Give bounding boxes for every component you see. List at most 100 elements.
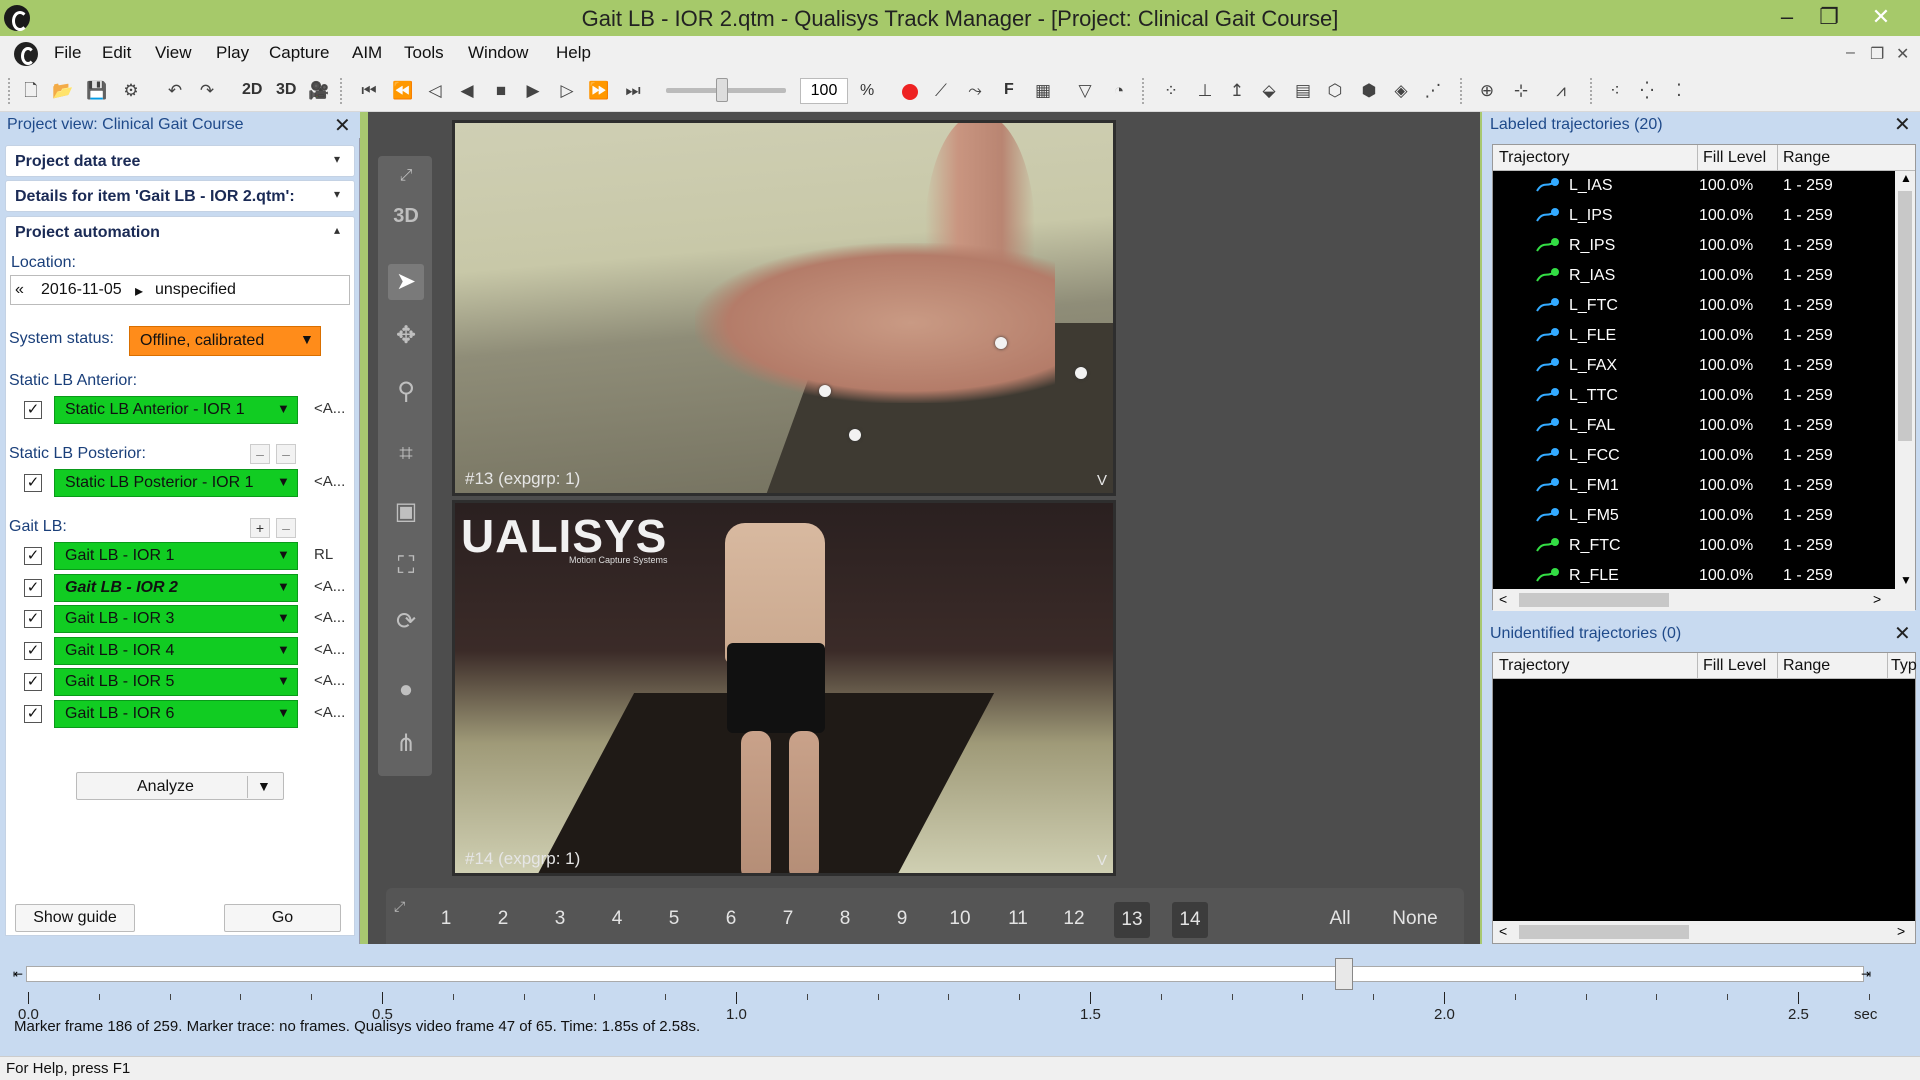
dropdown-arrow-icon[interactable]: ▼ <box>277 401 290 416</box>
gait-ior-5-button[interactable]: Gait LB - IOR 5 ▼ <box>54 668 298 696</box>
new-file-icon[interactable]: 🗋 <box>20 80 42 102</box>
mask-icon[interactable]: ▣ <box>388 494 424 530</box>
record-icon[interactable] <box>902 84 918 100</box>
camera-number-12[interactable]: 12 <box>1056 908 1092 930</box>
menu-edit[interactable]: Edit <box>102 43 131 63</box>
column-trajectory[interactable]: Trajectory <box>1499 657 1570 675</box>
checkbox-gait-1[interactable]: ✓ <box>24 547 42 565</box>
share-nodes-icon[interactable]: ⋔ <box>388 726 424 762</box>
trajectory-row[interactable]: L_FM5 100.0% 1 - 259 <box>1493 501 1883 531</box>
column-range[interactable]: Range <box>1783 657 1830 675</box>
filter-icon[interactable]: ▽ <box>1074 80 1096 102</box>
camera-menu-chevron[interactable]: V <box>1097 852 1107 869</box>
step-forward-icon[interactable]: ▷ <box>556 80 578 102</box>
trace-button[interactable]: F <box>1004 81 1014 99</box>
fullscreen-icon[interactable]: ⛶ <box>388 548 424 584</box>
zoom-magnifier-icon[interactable]: ⚲ <box>388 374 424 410</box>
redo-icon[interactable]: ↷ <box>196 80 218 102</box>
gait-ior-1-button[interactable]: Gait LB - IOR 1 ▼ <box>54 542 298 570</box>
trajectory-row[interactable]: L_FM1 100.0% 1 - 259 <box>1493 471 1883 501</box>
dropdown-arrow-icon[interactable]: ▼ <box>257 778 271 794</box>
step-back-icon[interactable]: ◁ <box>424 80 446 102</box>
analyze-split-button[interactable]: Analyze ▼ <box>76 772 284 800</box>
camera-number-3[interactable]: 3 <box>542 908 578 930</box>
undo-icon[interactable]: ↶ <box>164 80 186 102</box>
trajectory-row[interactable]: L_IAS 100.0% 1 - 259 <box>1493 171 1883 201</box>
camera-menu-chevron[interactable]: V <box>1097 472 1107 489</box>
project-data-tree-section[interactable]: Project data tree ▾ <box>5 145 355 177</box>
checkbox-gait-3[interactable]: ✓ <box>24 610 42 628</box>
menu-window[interactable]: Window <box>468 43 528 63</box>
minimize-button[interactable]: – <box>1764 2 1810 32</box>
view-3d-button[interactable]: 3D <box>276 81 296 99</box>
select-no-cameras[interactable]: None <box>1380 908 1450 930</box>
camera-number-6[interactable]: 6 <box>713 908 749 930</box>
system-status-dropdown[interactable]: Offline, calibrated ▼ <box>129 326 321 356</box>
trajectory-row[interactable]: L_FLE 100.0% 1 - 259 <box>1493 321 1883 351</box>
camera-number-1[interactable]: 1 <box>428 908 464 930</box>
plot-icon[interactable]: ⩘ <box>1550 80 1572 102</box>
rigid-body-icon[interactable]: ⬡ <box>1324 80 1346 102</box>
expand-tools-icon[interactable]: ⤢ <box>388 158 424 194</box>
last-frame-icon[interactable]: ⏭ <box>622 80 644 102</box>
select-all-cameras[interactable]: All <box>1320 908 1360 930</box>
column-fill-level[interactable]: Fill Level <box>1703 149 1766 167</box>
trajectory-tool-icon[interactable]: ⤳ <box>964 80 986 102</box>
scroll-thumb[interactable] <box>1519 925 1689 939</box>
dropdown-arrow-icon[interactable]: ▼ <box>277 579 290 594</box>
camera-number-14[interactable]: 14 <box>1172 902 1208 938</box>
back-chevron-icon[interactable]: « <box>15 281 24 299</box>
go-button[interactable]: Go <box>224 904 341 932</box>
bones-icon[interactable]: ⊥ <box>1194 80 1216 102</box>
mdi-close-icon[interactable]: ✕ <box>1896 44 1909 64</box>
pan-move-icon[interactable]: ✥ <box>388 318 424 354</box>
checkbox-gait-4[interactable]: ✓ <box>24 642 42 660</box>
marker-left-icon[interactable]: ⁖ <box>1604 80 1626 102</box>
scroll-left-icon[interactable]: < <box>1499 591 1507 607</box>
menu-help[interactable]: Help <box>556 43 591 63</box>
menu-capture[interactable]: Capture <box>269 43 329 63</box>
expand-strip-icon[interactable]: ⤢ <box>394 898 405 915</box>
save-icon[interactable]: 💾 <box>86 80 108 102</box>
maximize-button[interactable]: ❐ <box>1806 2 1852 32</box>
checkbox-static-posterior-1[interactable]: ✓ <box>24 474 42 492</box>
trajectory-row[interactable]: L_TTC 100.0% 1 - 259 <box>1493 381 1883 411</box>
menu-play[interactable]: Play <box>216 43 249 63</box>
auto-rotate-icon[interactable]: ⟳ <box>388 604 424 640</box>
chevron-down-icon[interactable]: ▾ <box>334 152 340 166</box>
stop-icon[interactable]: ■ <box>490 80 512 102</box>
timeline-track[interactable] <box>26 966 1864 982</box>
table-grid-icon[interactable]: ▤ <box>1292 80 1314 102</box>
camera-view-14[interactable]: UALISYS Motion Capture Systems #14 (expg… <box>452 500 1116 876</box>
static-posterior-1-button[interactable]: Static LB Posterior - IOR 1 ▼ <box>54 469 298 497</box>
column-trajectory[interactable]: Trajectory <box>1499 149 1570 167</box>
checkbox-gait-2[interactable]: ✓ <box>24 579 42 597</box>
crop-icon[interactable]: ⌗ <box>388 436 424 472</box>
remove-measurement-icon[interactable]: – <box>276 518 296 538</box>
mdi-minimize-icon[interactable]: – <box>1846 44 1855 62</box>
scroll-thumb[interactable] <box>1519 593 1669 607</box>
trim-start-icon[interactable]: ⇤ <box>10 966 26 982</box>
measure-tool-icon[interactable]: ⟋ <box>930 80 952 102</box>
scroll-right-icon[interactable]: > <box>1873 591 1881 607</box>
scroll-up-icon[interactable]: ▲ <box>1900 171 1912 185</box>
checkbox-static-anterior-1[interactable]: ✓ <box>24 401 42 419</box>
dropdown-arrow-icon[interactable]: ▼ <box>277 610 290 625</box>
trajectory-row[interactable]: R_IAS 100.0% 1 - 259 <box>1493 261 1883 291</box>
checkbox-gait-6[interactable]: ✓ <box>24 705 42 723</box>
menu-aim[interactable]: AIM <box>352 43 382 63</box>
column-type[interactable]: Typ <box>1891 657 1917 675</box>
dropdown-arrow-icon[interactable]: ▼ <box>277 705 290 720</box>
playback-speed-input[interactable]: 100 <box>800 78 848 104</box>
show-guide-button[interactable]: Show guide <box>15 904 135 932</box>
horizontal-scrollbar[interactable]: < > <box>1493 589 1915 611</box>
details-section[interactable]: Details for item 'Gait LB - IOR 2.qtm': … <box>5 180 355 212</box>
view-2d-button[interactable]: 2D <box>242 81 262 99</box>
camera-number-11[interactable]: 11 <box>1000 908 1036 930</box>
camera-number-4[interactable]: 4 <box>599 908 635 930</box>
volume-icon[interactable]: ⬢ <box>1358 80 1380 102</box>
gait-ior-6-button[interactable]: Gait LB - IOR 6 ▼ <box>54 700 298 728</box>
scroll-thumb[interactable] <box>1898 191 1912 441</box>
camera-number-8[interactable]: 8 <box>827 908 863 930</box>
close-panel-icon[interactable]: ✕ <box>334 113 351 138</box>
